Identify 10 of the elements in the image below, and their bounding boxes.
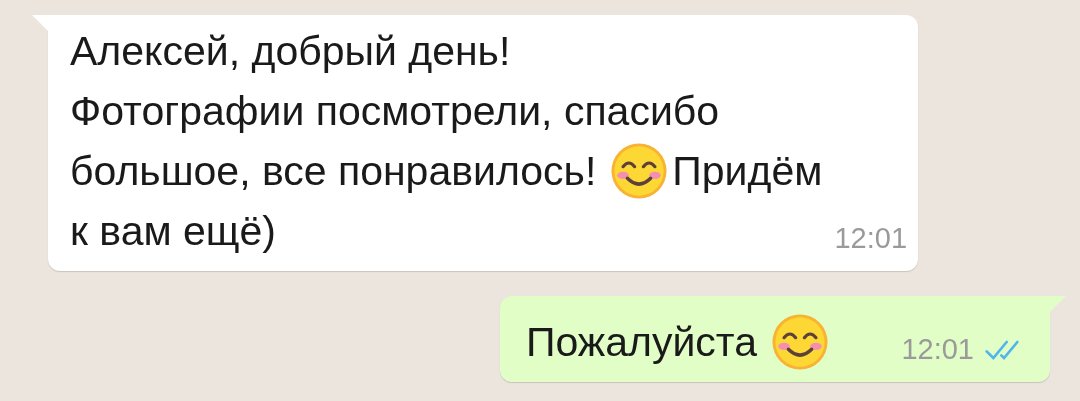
message-text: большое, все понравилось! <box>70 147 597 196</box>
message-time: 12:01 <box>901 333 974 366</box>
message-text: к вам ещё) <box>70 207 277 256</box>
smiling-face-icon <box>610 142 669 200</box>
message-text: Фотографии посмотрели, спасибо <box>70 87 720 136</box>
message-text: Придём <box>672 147 823 196</box>
message-text: Пожалуйста <box>526 318 757 367</box>
message-text: Алексей, добрый день! <box>70 27 511 76</box>
message-time: 12:01 <box>834 222 907 255</box>
smiling-face-icon <box>771 313 829 371</box>
